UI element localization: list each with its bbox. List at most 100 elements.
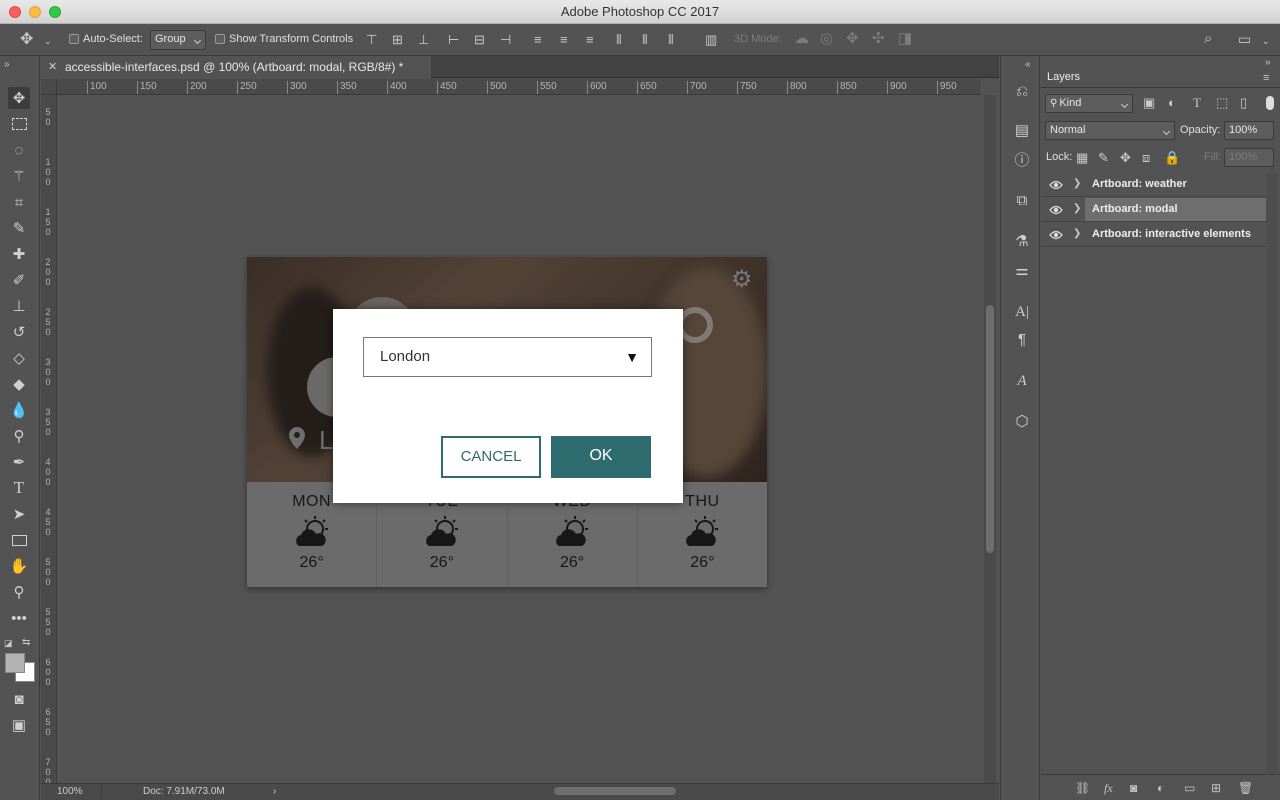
align-bottom-icon[interactable]: ⊥ <box>418 33 429 47</box>
auto-select-checkbox[interactable] <box>69 34 79 44</box>
distribute-left-icon[interactable]: ⦀ <box>616 33 622 47</box>
auto-align-layers-icon[interactable]: ▥ <box>705 33 717 47</box>
align-horizontal-center-icon[interactable]: ⊟ <box>474 33 485 47</box>
lasso-tool-icon[interactable]: ◌ <box>8 139 30 161</box>
zoom-level[interactable]: 100% <box>57 786 83 797</box>
add-mask-icon[interactable]: ◙ <box>1130 781 1137 795</box>
zoom-tool-icon[interactable]: ⚲ <box>8 581 30 603</box>
layers-panel-title[interactable]: Layers <box>1047 71 1080 83</box>
filter-pixel-icon[interactable]: ▣ <box>1143 96 1155 110</box>
panel-menu-icon[interactable]: ≡ <box>1263 71 1269 85</box>
filter-adjustment-icon[interactable]: ◐ <box>1168 96 1176 110</box>
collapse-dock-icon[interactable]: « <box>1025 58 1031 72</box>
layer-effects-icon[interactable]: fx <box>1104 781 1113 796</box>
align-top-icon[interactable]: ⊤ <box>366 33 377 47</box>
filter-smart-object-icon[interactable]: ▯ <box>1240 96 1247 110</box>
ruler-origin[interactable] <box>41 79 57 95</box>
opacity-input[interactable]: 100% <box>1224 121 1274 140</box>
dodge-tool-icon[interactable]: ⚲ <box>8 425 30 447</box>
visibility-eye-icon[interactable] <box>1049 204 1063 216</box>
lock-transparent-pixels-icon[interactable]: ▦ <box>1076 151 1088 165</box>
distribute-vertical-center-icon[interactable]: ≡ <box>560 33 568 47</box>
document-canvas[interactable]: ⚙ L MON 26° TUE 26° WED 26° T <box>57 95 981 783</box>
new-adjustment-layer-icon[interactable]: ◐ <box>1157 781 1164 795</box>
distribute-bottom-icon[interactable]: ≡ <box>586 33 594 47</box>
lock-artboard-icon[interactable]: ⧈ <box>1142 151 1150 165</box>
tool-preset-chevron-icon[interactable]: ⌄ <box>44 34 52 48</box>
visibility-eye-icon[interactable] <box>1049 229 1063 241</box>
rectangle-tool-icon[interactable] <box>8 529 30 551</box>
expand-chevron-icon[interactable]: ❯ <box>1073 178 1081 189</box>
fill-input[interactable]: 100% <box>1224 148 1274 167</box>
expand-chevron-icon[interactable]: ❯ <box>1073 228 1081 239</box>
align-left-icon[interactable]: ⊢ <box>448 33 459 47</box>
3d-orbit-icon[interactable]: ☁ <box>794 31 809 46</box>
vertical-scrollbar[interactable] <box>984 95 996 783</box>
delete-layer-icon[interactable]: 🗑 <box>1238 781 1253 795</box>
distribute-right-icon[interactable]: ⦀ <box>668 33 674 47</box>
new-layer-icon[interactable]: ⊞ <box>1211 781 1221 795</box>
3d-camera-icon[interactable]: ◨ <box>898 31 912 46</box>
brush-tool-icon[interactable]: ✐ <box>8 269 30 291</box>
align-right-icon[interactable]: ⊣ <box>500 33 511 47</box>
crop-tool-icon[interactable]: ⌗ <box>8 191 30 213</box>
horizontal-ruler[interactable]: 100 150 200 250 300 350 400 450 500 550 600 650 700 7… <box>57 79 981 95</box>
paragraph-panel-icon[interactable]: ¶ <box>1011 329 1033 351</box>
workspace-switcher-icon[interactable]: ▭ <box>1238 32 1251 46</box>
ok-button[interactable]: OK <box>551 436 651 478</box>
vertical-ruler[interactable]: 5 0 1 0 0 1 5 0 2 0 0 2 5 0 3 0 0 3 5 0 4 0 0 4 … <box>41 95 57 783</box>
magic-wand-tool-icon[interactable]: ⚚ <box>8 165 30 187</box>
properties-panel-icon[interactable]: ⧉ <box>1011 190 1033 212</box>
eyedropper-tool-icon[interactable]: ✎ <box>8 217 30 239</box>
layer-row-artboard-weather[interactable]: ❯ Artboard: weather <box>1041 173 1266 197</box>
new-group-icon[interactable]: ▭ <box>1184 781 1195 795</box>
move-tool-icon[interactable]: ✥ <box>8 87 30 109</box>
hand-tool-icon[interactable]: ✋ <box>8 555 30 577</box>
type-tool-icon[interactable]: T <box>8 477 30 499</box>
paint-bucket-tool-icon[interactable]: ◆ <box>8 373 30 395</box>
filter-toggle[interactable] <box>1266 96 1274 110</box>
screen-mode-icon[interactable]: ▣ <box>8 714 30 736</box>
more-tools-icon[interactable]: ••• <box>8 607 30 629</box>
brushes-panel-icon[interactable]: ⚗ <box>1011 231 1033 253</box>
cancel-button[interactable]: CANCEL <box>441 436 541 478</box>
horizontal-scroll-thumb[interactable] <box>554 787 676 795</box>
search-icon[interactable]: ⌕ <box>1204 31 1212 46</box>
clone-stamp-tool-icon[interactable]: ⊥ <box>8 295 30 317</box>
blend-mode-dropdown[interactable]: Normal <box>1045 121 1175 140</box>
path-selection-tool-icon[interactable]: ➤ <box>8 503 30 525</box>
status-menu-arrow-icon[interactable]: › <box>273 786 276 797</box>
default-colors-icon[interactable]: ◪ <box>4 636 13 650</box>
visibility-eye-icon[interactable] <box>1049 179 1063 191</box>
history-brush-tool-icon[interactable]: ↺ <box>8 321 30 343</box>
workspace-chevron-icon[interactable]: ⌄ <box>1262 34 1270 48</box>
collapse-tools-icon[interactable]: » <box>4 58 10 72</box>
filter-shape-icon[interactable]: ⬚ <box>1216 96 1228 110</box>
layers-scrollbar[interactable] <box>1266 173 1278 773</box>
marquee-tool-icon[interactable] <box>8 113 30 135</box>
history-panel-icon[interactable]: ⎌ <box>1011 81 1033 103</box>
info-panel-icon[interactable]: ⓘ <box>1011 150 1033 172</box>
blur-tool-icon[interactable]: 💧 <box>8 399 30 421</box>
expand-chevron-icon[interactable]: ❯ <box>1073 203 1081 214</box>
3d-panel-icon[interactable]: ⬡ <box>1011 411 1033 433</box>
align-vertical-center-icon[interactable]: ⊞ <box>392 33 403 47</box>
foreground-color-swatch[interactable] <box>5 653 25 673</box>
filter-type-icon[interactable]: T <box>1193 96 1201 110</box>
quick-mask-icon[interactable]: ◙ <box>8 688 30 710</box>
layer-filter-dropdown[interactable]: ⚲ Kind <box>1045 94 1133 113</box>
lock-position-icon[interactable]: ✥ <box>1120 151 1131 165</box>
3d-drag-icon[interactable]: ✥ <box>846 31 859 46</box>
swap-colors-icon[interactable]: ⇆ <box>22 636 30 650</box>
link-layers-icon[interactable]: ⛓ <box>1075 781 1090 795</box>
lock-all-icon[interactable]: 🔒 <box>1164 151 1180 165</box>
lock-image-pixels-icon[interactable]: ✎ <box>1098 151 1109 165</box>
character-panel-icon[interactable]: A| <box>1011 301 1033 323</box>
healing-brush-tool-icon[interactable]: ✚ <box>8 243 30 265</box>
move-tool-icon[interactable]: ✥ <box>20 32 33 48</box>
3d-roll-icon[interactable]: ◎ <box>820 31 833 46</box>
glyphs-panel-icon[interactable]: A <box>1011 370 1033 392</box>
auto-select-dropdown[interactable]: Group <box>150 30 206 50</box>
close-tab-icon[interactable]: ✕ <box>48 60 57 73</box>
3d-slide-icon[interactable]: ✣ <box>872 31 885 46</box>
